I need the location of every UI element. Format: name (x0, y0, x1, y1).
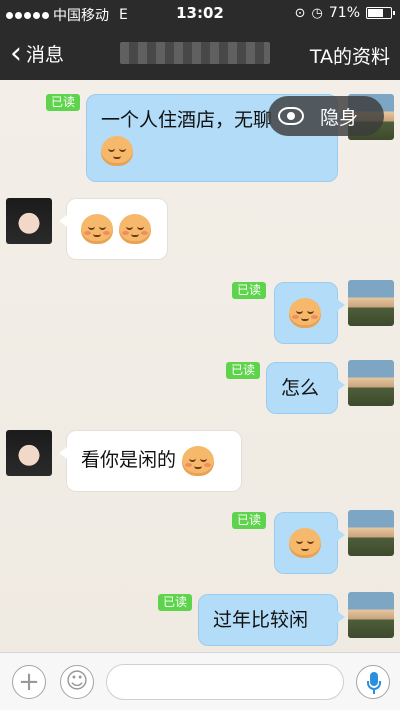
message-bubble-received[interactable] (59, 198, 168, 260)
battery-fill (368, 9, 383, 17)
message-text: 怎么 (281, 377, 320, 399)
invisible-mode-label: 隐身 (320, 106, 359, 129)
battery-icon (366, 7, 395, 19)
rotation-lock-icon: ⊙ (294, 5, 306, 21)
conversation-title-redacted (120, 42, 270, 64)
shy-face-emoji (119, 213, 152, 244)
invisible-mode-toggle[interactable]: 隐身 (268, 96, 384, 136)
read-badge: 已读 (232, 512, 267, 529)
message-text: 一个人住酒店，无聊 (101, 109, 273, 131)
nav-bar: ‹ 消息 TA的资料 (0, 26, 400, 80)
message-bubble-sent[interactable] (274, 282, 345, 344)
message-bubble-sent[interactable] (274, 512, 345, 574)
battery-percent: 71% (328, 5, 360, 21)
read-badge: 已读 (232, 282, 267, 299)
read-badge: 已读 (158, 594, 193, 611)
shy-face-emoji (101, 135, 133, 166)
back-label: 消息 (26, 44, 65, 66)
status-bar: 中国移动 E 13:02 ⊙ ◷ 71% (0, 0, 400, 26)
message-bubble-received[interactable]: 看你是闲的 (59, 430, 242, 492)
read-badge: 已读 (226, 362, 261, 379)
status-right: ⊙ ◷ 71% (294, 5, 395, 21)
plus-icon: + (18, 667, 40, 697)
plus-button[interactable]: + (12, 665, 46, 699)
read-badge: 已读 (46, 94, 81, 111)
message-text: 看你是闲的 (81, 449, 177, 471)
message-bubble-sent[interactable]: 怎么 (266, 362, 345, 414)
input-bar: + ☺ (0, 652, 400, 710)
voice-button[interactable] (356, 665, 390, 699)
shy-face-emoji (182, 445, 215, 476)
eye-icon (278, 107, 304, 125)
avatar-contact[interactable] (6, 430, 52, 476)
back-button[interactable]: ‹ 消息 (10, 35, 65, 71)
emoji-button[interactable]: ☺ (60, 665, 94, 699)
alarm-icon: ◷ (311, 5, 323, 21)
avatar-self[interactable] (348, 592, 394, 638)
avatar-self[interactable] (348, 280, 394, 326)
sweat-face-emoji (289, 527, 321, 558)
chat-area[interactable]: 已读 一个人住酒店，无聊 已读 已读 怎么 看你是闲的 已读 已读 过年比较闲 (0, 80, 400, 652)
message-input[interactable] (106, 664, 344, 700)
message-text: 过年比较闲 (213, 609, 309, 631)
covering-mouth-emoji (289, 297, 321, 328)
avatar-self[interactable] (348, 360, 394, 406)
message-bubble-sent[interactable]: 过年比较闲 (198, 594, 345, 646)
chevron-left-icon: ‹ (10, 35, 22, 71)
shy-face-emoji (81, 213, 113, 244)
smiley-icon: ☺ (65, 669, 89, 694)
avatar-self[interactable] (348, 510, 394, 556)
profile-button[interactable]: TA的资料 (310, 42, 390, 69)
avatar-contact[interactable] (6, 198, 52, 244)
